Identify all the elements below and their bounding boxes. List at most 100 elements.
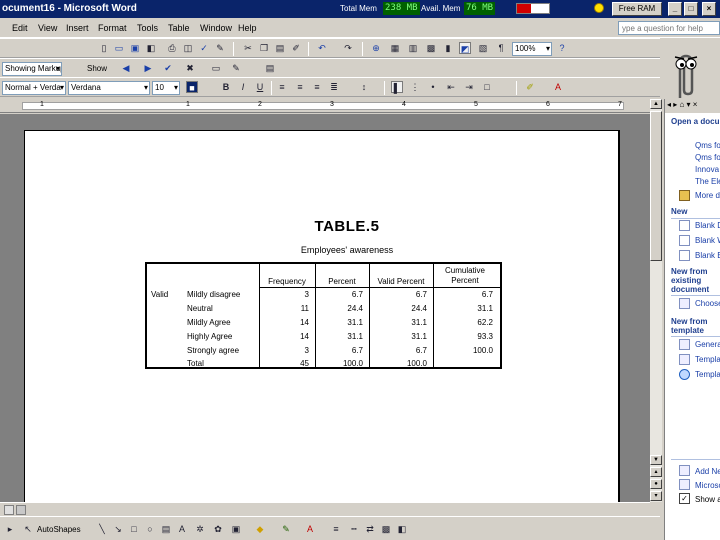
close-button[interactable]: ×: [702, 2, 716, 16]
maximize-button[interactable]: □: [684, 2, 698, 16]
oval-icon[interactable]: ○: [144, 523, 156, 535]
line-icon[interactable]: ╲: [96, 523, 108, 535]
checkbox-icon[interactable]: ✓: [679, 493, 690, 504]
recent-file-link[interactable]: The Ele: [695, 177, 720, 186]
print-preview-icon[interactable]: ◫: [182, 42, 194, 54]
accept-change-icon[interactable]: ✔: [162, 62, 174, 74]
draw-menu-icon[interactable]: ▸: [4, 523, 16, 535]
shadow-style-icon[interactable]: ▩: [380, 523, 392, 535]
font-color-icon[interactable]: A: [552, 81, 564, 93]
spelling-icon[interactable]: ✓: [198, 42, 210, 54]
template-link[interactable]: Templa: [695, 370, 720, 379]
hyperlink-icon[interactable]: ⊕: [370, 42, 382, 54]
help-icon[interactable]: ?: [556, 42, 568, 54]
justify-icon[interactable]: ≣: [328, 81, 340, 93]
dash-style-icon[interactable]: ┅: [348, 523, 360, 535]
track-changes-icon[interactable]: ✎: [230, 62, 242, 74]
menu-format[interactable]: Format: [98, 23, 127, 33]
clip-art-icon[interactable]: ✿: [212, 523, 224, 535]
highlight-icon[interactable]: ✐: [524, 81, 536, 93]
align-left-icon[interactable]: ≡: [276, 81, 288, 93]
recent-file-link[interactable]: Qms fo: [695, 141, 720, 150]
print-icon[interactable]: ⎙: [166, 42, 178, 54]
arrow-style-icon[interactable]: ⇄: [364, 523, 376, 535]
vertical-scrollbar[interactable]: ▲ ▼ ▴ ● ▾: [650, 99, 662, 502]
menu-table[interactable]: Table: [168, 23, 190, 33]
arrow-icon[interactable]: ↘: [112, 523, 124, 535]
increase-indent-icon[interactable]: ⇥: [463, 81, 475, 93]
new-blank-link[interactable]: Blank D: [695, 221, 720, 230]
normal-view-icon[interactable]: [4, 505, 14, 515]
format-painter-icon[interactable]: ✐: [290, 42, 302, 54]
menu-tools[interactable]: Tools: [137, 23, 158, 33]
undo-icon[interactable]: ↶: [316, 42, 328, 54]
scroll-up-icon[interactable]: ▲: [650, 99, 662, 109]
paste-icon[interactable]: ▤: [274, 42, 286, 54]
scroll-thumb[interactable]: [650, 111, 662, 261]
reject-change-icon[interactable]: ✖: [184, 62, 196, 74]
new-blank-link[interactable]: Blank W: [695, 236, 720, 245]
align-right-icon[interactable]: ≡: [311, 81, 323, 93]
columns-icon[interactable]: ▮: [442, 42, 454, 54]
highlight-mode-icon[interactable]: ■: [186, 81, 198, 93]
more-documents-link[interactable]: More do: [695, 191, 720, 200]
3d-style-icon[interactable]: ◧: [396, 523, 408, 535]
office-online-link[interactable]: Microso: [695, 481, 720, 490]
line-spacing-icon[interactable]: ↕: [358, 81, 370, 93]
research-icon[interactable]: ✎: [214, 42, 226, 54]
display-markup-select[interactable]: Showing Markup: [2, 62, 62, 76]
insert-table-icon[interactable]: ▥: [407, 42, 419, 54]
style-select[interactable]: Normal + Verda: [2, 81, 66, 95]
picture-icon[interactable]: ▣: [230, 523, 242, 535]
line-color-icon[interactable]: ✎: [280, 523, 292, 535]
previous-change-icon[interactable]: ◀: [120, 62, 132, 74]
outside-border-icon[interactable]: □: [481, 81, 493, 93]
draw-font-color-icon[interactable]: A: [304, 523, 316, 535]
line-style-icon[interactable]: ≡: [330, 523, 342, 535]
rectangle-icon[interactable]: □: [128, 523, 140, 535]
style-pane-icon[interactable]: ▌: [391, 81, 403, 93]
center-icon[interactable]: ≡: [294, 81, 306, 93]
bullets-icon[interactable]: •: [427, 81, 439, 93]
menu-help[interactable]: Help: [238, 23, 257, 33]
new-blank-link[interactable]: Blank E: [695, 251, 720, 260]
fill-color-icon[interactable]: ◆: [254, 523, 266, 535]
horizontal-ruler[interactable]: 1 1 2 3 4 5 6 7: [0, 99, 660, 113]
add-network-place-link[interactable]: Add Ne: [695, 467, 720, 476]
web-view-icon[interactable]: [16, 505, 26, 515]
text-box-icon[interactable]: ▤: [160, 523, 172, 535]
menu-window[interactable]: Window: [200, 23, 232, 33]
copy-icon[interactable]: ❐: [258, 42, 270, 54]
tables-borders-icon[interactable]: ▦: [389, 42, 401, 54]
diagram-icon[interactable]: ✲: [194, 523, 206, 535]
wordart-icon[interactable]: A: [176, 523, 188, 535]
reviewing-pane-icon[interactable]: ▤: [264, 62, 276, 74]
scroll-down-icon[interactable]: ▼: [650, 455, 662, 465]
bold-icon[interactable]: B: [220, 81, 232, 93]
zoom-select[interactable]: 100%: [512, 42, 552, 56]
insert-comment-icon[interactable]: ▭: [210, 62, 222, 74]
font-size-select[interactable]: 10: [152, 81, 180, 95]
document-page[interactable]: TABLE.5 Employees' awareness Frequency P…: [24, 130, 620, 510]
menu-view[interactable]: View: [38, 23, 57, 33]
insert-excel-icon[interactable]: ▩: [425, 42, 437, 54]
choose-document-link[interactable]: Choose: [695, 299, 720, 308]
menu-edit[interactable]: Edit: [12, 23, 28, 33]
autoshapes-menu[interactable]: AutoShapes: [37, 525, 81, 534]
numbering-icon[interactable]: ⋮: [409, 81, 421, 93]
font-select[interactable]: Verdana: [68, 81, 150, 95]
free-ram-button[interactable]: Free RAM: [612, 2, 662, 16]
cut-icon[interactable]: ✂: [242, 42, 254, 54]
underline-icon[interactable]: U: [254, 81, 266, 93]
show-menu[interactable]: Show: [87, 64, 107, 73]
next-change-icon[interactable]: ▶: [142, 62, 154, 74]
redo-icon[interactable]: ↷: [342, 42, 354, 54]
new-icon[interactable]: ▯: [98, 42, 110, 54]
decrease-indent-icon[interactable]: ⇤: [445, 81, 457, 93]
minimize-button[interactable]: _: [668, 2, 682, 16]
template-link[interactable]: Genera: [695, 340, 720, 349]
save-icon[interactable]: ▣: [129, 42, 141, 54]
drawing-icon[interactable]: ◩: [459, 42, 471, 54]
select-objects-icon[interactable]: ↖: [22, 523, 34, 535]
help-question-input[interactable]: [618, 21, 720, 35]
